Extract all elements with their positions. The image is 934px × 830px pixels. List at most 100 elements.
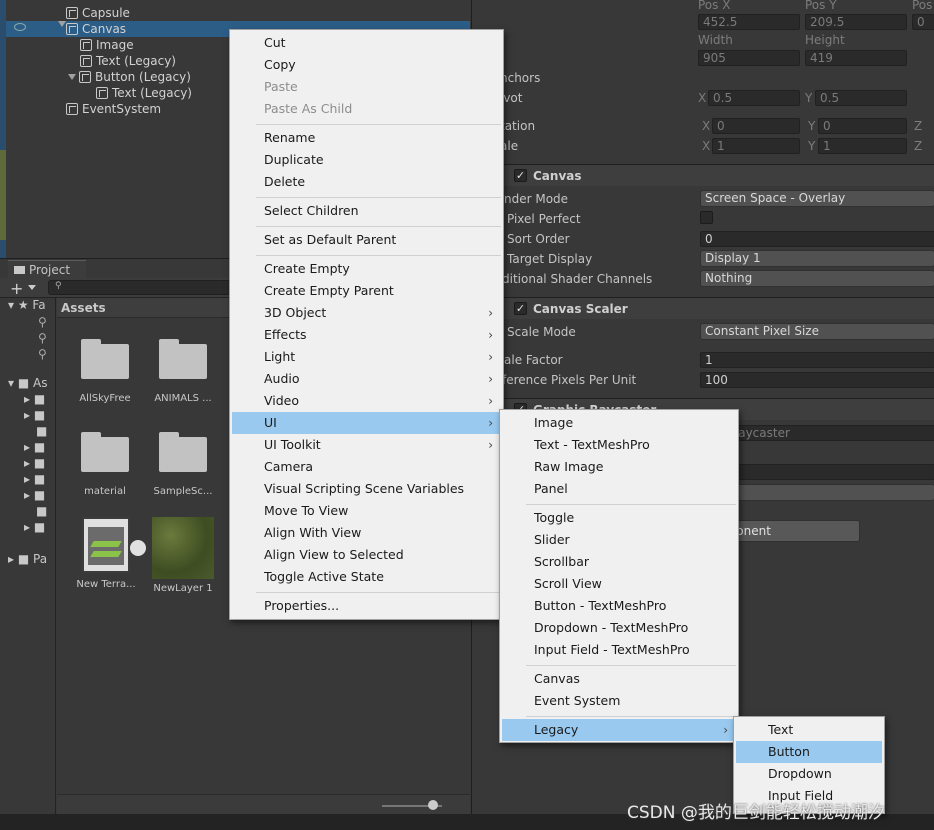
canvas-component-header[interactable]: ✓ Canvas [472, 164, 934, 186]
tree-folder[interactable]: ▸ ■ [24, 488, 45, 502]
asset-folder[interactable]: SampleSc... [148, 432, 218, 497]
menu-item-scroll-view[interactable]: Scroll View [502, 573, 736, 595]
menu-item-duplicate[interactable]: Duplicate [232, 149, 501, 171]
zoom-slider-handle[interactable] [428, 800, 438, 810]
menu-item-canvas[interactable]: Canvas [502, 668, 736, 690]
scale-mode-dropdown[interactable]: Constant Pixel Size [700, 323, 934, 340]
tree-item-packages[interactable]: ▸ ■ Pa [8, 552, 47, 566]
search-icon[interactable]: ⚲ [38, 331, 47, 345]
menu-item-select-children[interactable]: Select Children [232, 200, 501, 222]
rotation-y-field[interactable]: 0 [818, 118, 907, 134]
menu-item-legacy[interactable]: Legacy › [502, 719, 736, 741]
menu-item-button[interactable]: Button [736, 741, 882, 763]
menu-item-copy[interactable]: Copy [232, 54, 501, 76]
hierarchy-item-button-legacy[interactable]: Button (Legacy) [68, 69, 191, 85]
rotation-x-field[interactable]: 0 [712, 118, 800, 134]
posz-field[interactable]: 0 [912, 14, 934, 30]
scale-y-field[interactable]: 1 [818, 138, 907, 154]
menu-item-dropdown[interactable]: Dropdown [736, 763, 882, 785]
shader-channels-dropdown[interactable]: Nothing [700, 270, 934, 287]
menu-item-delete[interactable]: Delete [232, 171, 501, 193]
tree-folder[interactable]: ▸ ■ [24, 456, 45, 470]
asset-folder[interactable]: ANIMALS ... [148, 339, 218, 404]
menu-item-event-system[interactable]: Event System [502, 690, 736, 712]
menu-item-input-field-textmeshpro[interactable]: Input Field - TextMeshPro [502, 639, 736, 661]
menu-item-text-textmeshpro[interactable]: Text - TextMeshPro [502, 434, 736, 456]
menu-item-cut[interactable]: Cut [232, 32, 501, 54]
tree-folder[interactable]: ▸ ■ [24, 408, 45, 422]
tree-folder[interactable]: ▸ ■ [24, 520, 45, 534]
menu-item-properties[interactable]: Properties... [232, 595, 501, 617]
menu-item-panel[interactable]: Panel [502, 478, 736, 500]
play-preview-icon[interactable] [130, 540, 146, 556]
menu-item-visual-scripting-scene-variables[interactable]: Visual Scripting Scene Variables [232, 478, 501, 500]
menu-item-paste-as-child[interactable]: Paste As Child [232, 98, 501, 120]
menu-item-raw-image[interactable]: Raw Image [502, 456, 736, 478]
menu-item-video[interactable]: Video › [232, 390, 501, 412]
menu-item-image[interactable]: Image [502, 412, 736, 434]
posy-field[interactable]: 209.5 [805, 14, 907, 30]
menu-item-toggle[interactable]: Toggle [502, 507, 736, 529]
chevron-down-icon[interactable] [28, 285, 36, 290]
tree-folder[interactable]: ▸ ■ [24, 392, 45, 406]
tree-item-assets[interactable]: ▾ ■ As [8, 376, 47, 390]
menu-item-effects[interactable]: Effects › [232, 324, 501, 346]
pixel-perfect-checkbox[interactable] [700, 211, 713, 224]
menu-item-camera[interactable]: Camera [232, 456, 501, 478]
menu-item-align-view-to-selected[interactable]: Align View to Selected [232, 544, 501, 566]
asset-folder[interactable]: AllSkyFree [70, 339, 140, 404]
visibility-eye-icon[interactable] [14, 23, 26, 31]
search-icon[interactable]: ⚲ [38, 347, 47, 361]
asset-terrain-layer[interactable]: NewLayer 1 [148, 517, 218, 594]
menu-item-light[interactable]: Light › [232, 346, 501, 368]
reference-pixels-field[interactable]: 100 [700, 372, 934, 388]
hierarchy-item-text-legacy[interactable]: Text (Legacy) [80, 53, 176, 69]
scale-x-field[interactable]: 1 [712, 138, 800, 154]
asset-folder[interactable]: material [70, 432, 140, 497]
component-enabled-checkbox[interactable]: ✓ [514, 169, 527, 182]
hierarchy-item-button-text[interactable]: Text (Legacy) [96, 85, 192, 101]
menu-item-toggle-active-state[interactable]: Toggle Active State [232, 566, 501, 588]
hierarchy-item-capsule[interactable]: Capsule [66, 5, 130, 21]
hierarchy-item-eventsystem[interactable]: EventSystem [66, 101, 161, 117]
add-asset-button[interactable]: + [10, 279, 23, 298]
menu-item-ui[interactable]: UI › [232, 412, 501, 434]
menu-item-move-to-view[interactable]: Move To View [232, 500, 501, 522]
tree-folder[interactable]: ▸ ■ [24, 440, 45, 454]
menu-item-create-empty-parent[interactable]: Create Empty Parent [232, 280, 501, 302]
render-mode-dropdown[interactable]: Screen Space - Overlay [700, 190, 934, 207]
tab-project[interactable]: Project [8, 260, 86, 278]
menu-item-scrollbar[interactable]: Scrollbar [502, 551, 736, 573]
component-enabled-checkbox[interactable]: ✓ [514, 302, 527, 315]
menu-item-3d-object[interactable]: 3D Object › [232, 302, 501, 324]
menu-item-button-textmeshpro[interactable]: Button - TextMeshPro [502, 595, 736, 617]
height-field[interactable]: 419 [805, 50, 907, 66]
menu-item-slider[interactable]: Slider [502, 529, 736, 551]
tree-folder[interactable]: ■ [36, 424, 47, 438]
menu-item-audio[interactable]: Audio › [232, 368, 501, 390]
expand-arrow-icon[interactable] [68, 74, 76, 80]
menu-item-align-with-view[interactable]: Align With View [232, 522, 501, 544]
search-icon[interactable]: ⚲ [38, 315, 47, 329]
width-field[interactable]: 905 [698, 50, 800, 66]
menu-item-ui-toolkit[interactable]: UI Toolkit › [232, 434, 501, 456]
hierarchy-item-image[interactable]: Image [80, 37, 134, 53]
posx-field[interactable]: 452.5 [698, 14, 800, 30]
target-display-dropdown[interactable]: Display 1 [700, 250, 934, 267]
menu-item-paste[interactable]: Paste [232, 76, 501, 98]
menu-item-dropdown-textmeshpro[interactable]: Dropdown - TextMeshPro [502, 617, 736, 639]
menu-item-set-as-default-parent[interactable]: Set as Default Parent [232, 229, 501, 251]
tree-folder[interactable]: ■ [36, 504, 47, 518]
pivot-x-field[interactable]: 0.5 [708, 90, 800, 106]
menu-item-create-empty[interactable]: Create Empty [232, 258, 501, 280]
expand-arrow-icon[interactable] [58, 21, 66, 27]
tree-folder[interactable]: ▸ ■ [24, 472, 45, 486]
anchors-label[interactable]: nchors [500, 71, 540, 85]
tree-item-favorites[interactable]: ▾ ★ Fa [8, 298, 46, 312]
scale-factor-field[interactable]: 1 [700, 352, 934, 368]
menu-item-text[interactable]: Text [736, 719, 882, 741]
search-input[interactable]: ⚲ [48, 280, 232, 295]
sort-order-field[interactable]: 0 [700, 231, 934, 247]
pivot-y-field[interactable]: 0.5 [815, 90, 907, 106]
menu-item-rename[interactable]: Rename [232, 127, 501, 149]
